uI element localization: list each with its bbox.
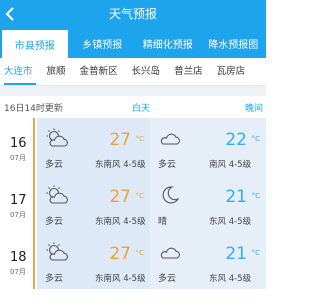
update-row: 16日14时更新 白天 晚间 bbox=[0, 96, 266, 118]
date-day: 17 bbox=[10, 193, 27, 208]
day-temperature: 27 bbox=[109, 130, 131, 150]
night-condition: 晴 bbox=[158, 217, 168, 227]
date-month: 07月 bbox=[10, 268, 26, 276]
section-divider bbox=[0, 86, 266, 96]
day-forecast: 多云 27 °C 东南风 4-5级 bbox=[37, 232, 150, 289]
tab-precip-map[interactable]: 降水预报图 bbox=[201, 28, 267, 58]
night-temperature: 22 bbox=[225, 130, 247, 150]
district-item-pulandian[interactable]: 普兰店 bbox=[167, 58, 210, 86]
district-item-dalian[interactable]: 大连市 bbox=[0, 58, 40, 86]
date-month: 07月 bbox=[10, 154, 26, 162]
district-item-lvshun[interactable]: 旅顺 bbox=[40, 58, 73, 86]
day-column-label: 白天 bbox=[132, 104, 151, 114]
moon-icon bbox=[162, 186, 180, 204]
day-forecast: 多云 27 °C 东南风 4-5级 bbox=[37, 175, 150, 232]
partly-cloudy-icon bbox=[46, 185, 68, 204]
night-wind: 东风 4-5级 bbox=[209, 217, 252, 227]
night-column-label: 晚间 bbox=[245, 104, 264, 114]
district-item-jinpu[interactable]: 金普新区 bbox=[73, 58, 125, 86]
date-day: 18 bbox=[10, 250, 27, 265]
temperature-unit: °C bbox=[135, 249, 144, 257]
date-day: 16 bbox=[10, 136, 27, 151]
forecast-tabs: 市县预报 乡镇预报 精细化预报 降水预报图 bbox=[0, 28, 266, 58]
night-condition: 多云 bbox=[158, 274, 177, 284]
night-wind: 南风 4-5级 bbox=[209, 160, 252, 170]
tab-fine-forecast[interactable]: 精细化预报 bbox=[135, 28, 201, 58]
night-temperature: 21 bbox=[225, 244, 247, 264]
forecast-list: 16 07月 多云 27 °C 东南风 4-5级 多云 22 °C 南风 4-5… bbox=[0, 118, 266, 289]
date-month: 07月 bbox=[10, 211, 26, 219]
night-condition: 多云 bbox=[158, 160, 177, 170]
temperature-unit: °C bbox=[251, 249, 260, 257]
cloudy-icon bbox=[160, 133, 180, 145]
night-forecast: 多云 21 °C 东风 4-5级 bbox=[150, 232, 266, 289]
date-cell: 18 07月 bbox=[0, 232, 35, 289]
district-item-changxingdao[interactable]: 长兴岛 bbox=[125, 58, 168, 86]
temperature-unit: °C bbox=[251, 192, 260, 200]
day-forecast: 多云 27 °C 东南风 4-5级 bbox=[37, 118, 150, 175]
day-wind: 东南风 4-5级 bbox=[95, 274, 146, 284]
forecast-row: 17 07月 多云 27 °C 东南风 4-5级 晴 21 °C 东风 4-5级 bbox=[0, 175, 266, 232]
district-selector: 大连市 旅顺 金普新区 长兴岛 普兰店 瓦房店 bbox=[0, 58, 266, 86]
day-condition: 多云 bbox=[45, 217, 64, 227]
partly-cloudy-icon bbox=[46, 242, 68, 261]
partly-cloudy-icon bbox=[46, 128, 68, 147]
day-wind: 东南风 4-5级 bbox=[95, 217, 146, 227]
day-condition: 多云 bbox=[45, 160, 64, 170]
forecast-row: 16 07月 多云 27 °C 东南风 4-5级 多云 22 °C 南风 4-5… bbox=[0, 118, 266, 175]
night-temperature: 21 bbox=[225, 187, 247, 207]
temperature-unit: °C bbox=[251, 135, 260, 143]
page-title: 天气预报 bbox=[108, 7, 157, 21]
day-condition: 多云 bbox=[45, 274, 64, 284]
temperature-unit: °C bbox=[135, 135, 144, 143]
tab-city-forecast[interactable]: 市县预报 bbox=[0, 28, 70, 58]
date-cell: 16 07月 bbox=[0, 118, 35, 175]
title-bar: 天气预报 bbox=[0, 0, 266, 28]
temperature-unit: °C bbox=[135, 192, 144, 200]
forecast-row: 18 07月 多云 27 °C 东南风 4-5级 多云 21 °C 东风 4-5… bbox=[0, 232, 266, 289]
day-wind: 东南风 4-5级 bbox=[95, 160, 146, 170]
day-temperature: 27 bbox=[109, 187, 131, 207]
day-temperature: 27 bbox=[109, 244, 131, 264]
district-item-wafangdian[interactable]: 瓦房店 bbox=[210, 58, 253, 86]
night-forecast: 晴 21 °C 东风 4-5级 bbox=[150, 175, 266, 232]
night-forecast: 多云 22 °C 南风 4-5级 bbox=[150, 118, 266, 175]
tab-town-forecast[interactable]: 乡镇预报 bbox=[70, 28, 136, 58]
date-cell: 17 07月 bbox=[0, 175, 35, 232]
night-wind: 东风 4-5级 bbox=[209, 274, 252, 284]
update-time: 16日14时更新 bbox=[4, 104, 63, 114]
cloudy-icon bbox=[160, 247, 180, 259]
